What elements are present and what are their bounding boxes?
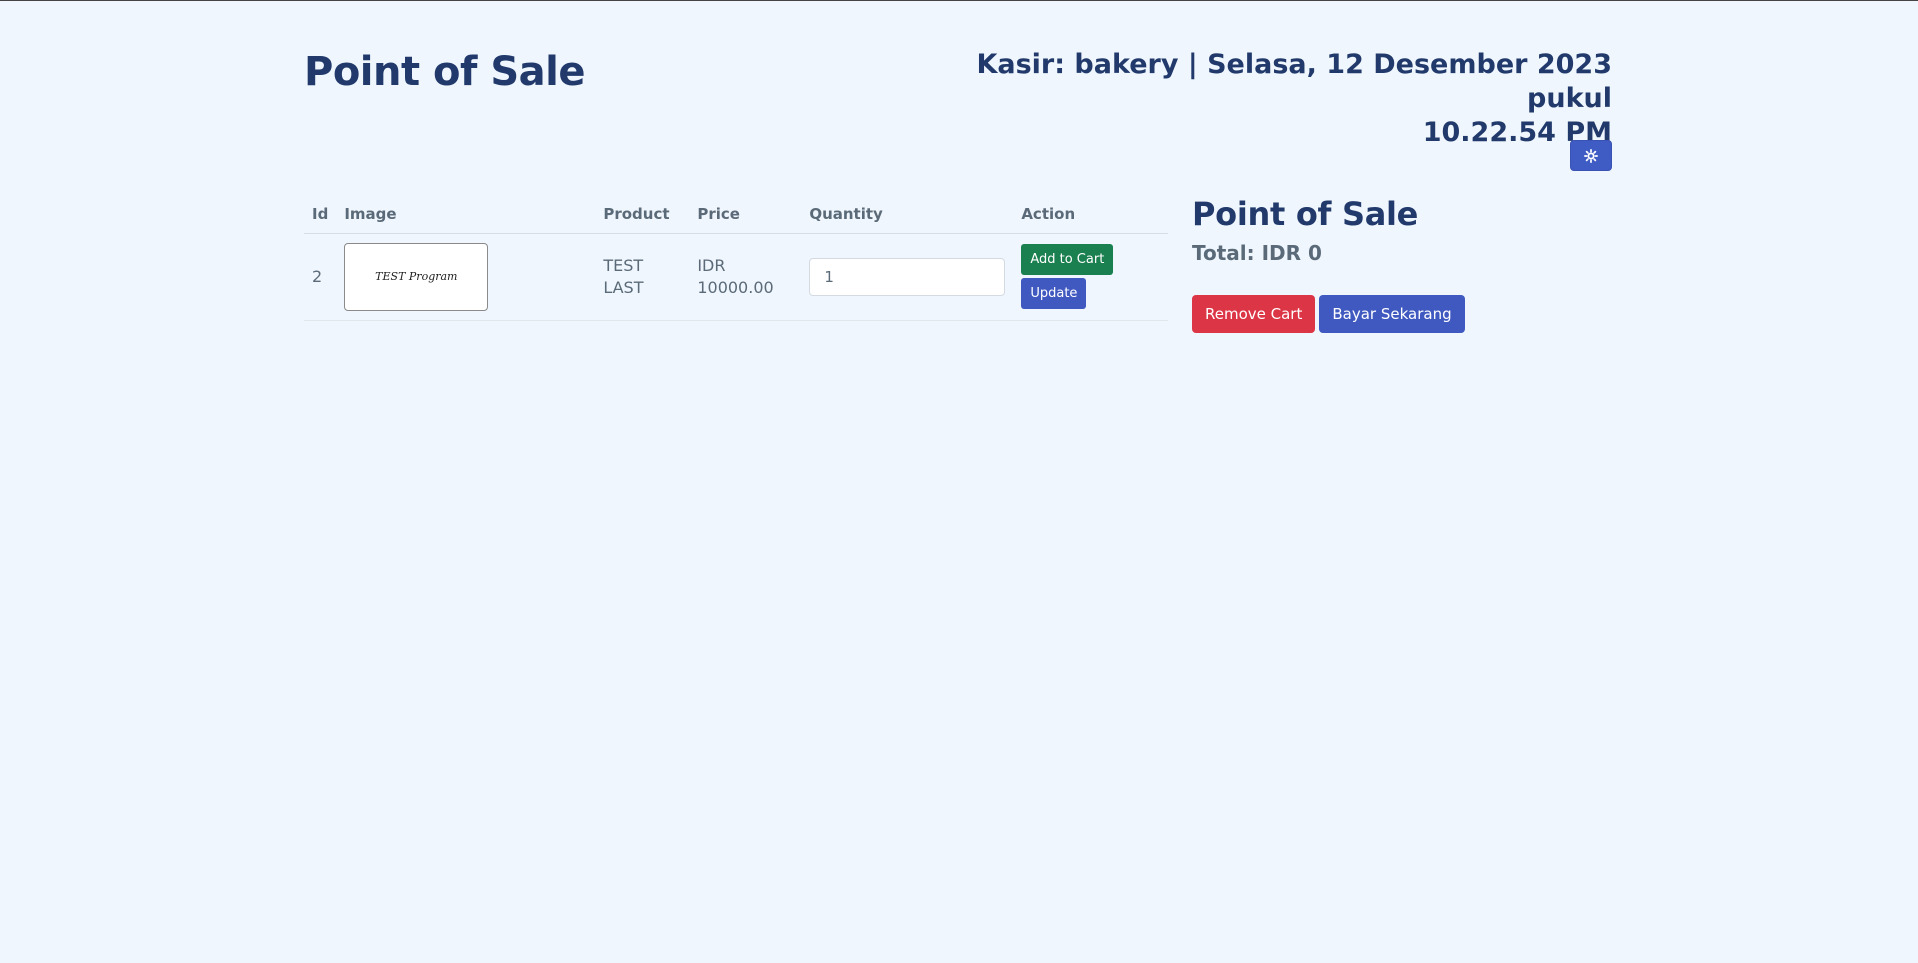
quantity-input[interactable] [809,257,1006,296]
page-title: Point of Sale [304,49,585,95]
quantity-cell [801,233,1014,321]
product-image-cell: TEST Program [336,233,596,321]
product-price: IDR 10000.00 [689,233,802,321]
remove-cart-button[interactable]: Remove Cart [1192,295,1316,333]
add-to-cart-button[interactable]: Add to Cart [1021,244,1114,275]
action-cell-wrapper: Add to Cart Update [1013,233,1168,321]
product-table: Id Image Product Price Quantity Action 2… [304,195,1168,321]
update-button[interactable]: Update [1021,278,1087,309]
cart-total: Total: IDR 0 [1192,241,1322,265]
cart-panel: Point of Sale Total: IDR 0 Remove Cart B… [1192,195,1612,333]
product-name: TEST LAST [595,233,690,321]
page-container: Point of Sale Kasir: bakery | Selasa, 12… [304,1,1612,963]
gear-icon [1584,148,1598,163]
action-cell: Add to Cart Update [1021,244,1160,309]
column-header-image: Image [336,195,596,234]
cashier-datetime-info: Kasir: bakery | Selasa, 12 Desember 2023… [932,48,1612,150]
product-id: 2 [304,233,337,321]
column-header-product: Product [595,195,690,234]
theme-toggle-button[interactable] [1570,140,1612,171]
table-header-row: Id Image Product Price Quantity Action [304,195,1168,234]
pay-now-button[interactable]: Bayar Sekarang [1319,295,1465,333]
product-image: TEST Program [344,242,489,311]
column-header-price: Price [689,195,802,234]
column-header-action: Action [1013,195,1168,234]
cashier-info-line1: Kasir: bakery | Selasa, 12 Desember 2023… [976,49,1612,114]
column-header-quantity: Quantity [801,195,1014,234]
cart-actions: Remove Cart Bayar Sekarang [1192,295,1612,333]
column-header-id: Id [304,195,337,234]
cashier-info-line2: 10.22.54 PM [1422,117,1612,148]
cart-title: Point of Sale [1192,195,1419,233]
product-image-text: TEST Program [375,269,458,283]
table-row: 2 TEST Program TEST LAST IDR 10000.00 Ad… [304,233,1168,321]
